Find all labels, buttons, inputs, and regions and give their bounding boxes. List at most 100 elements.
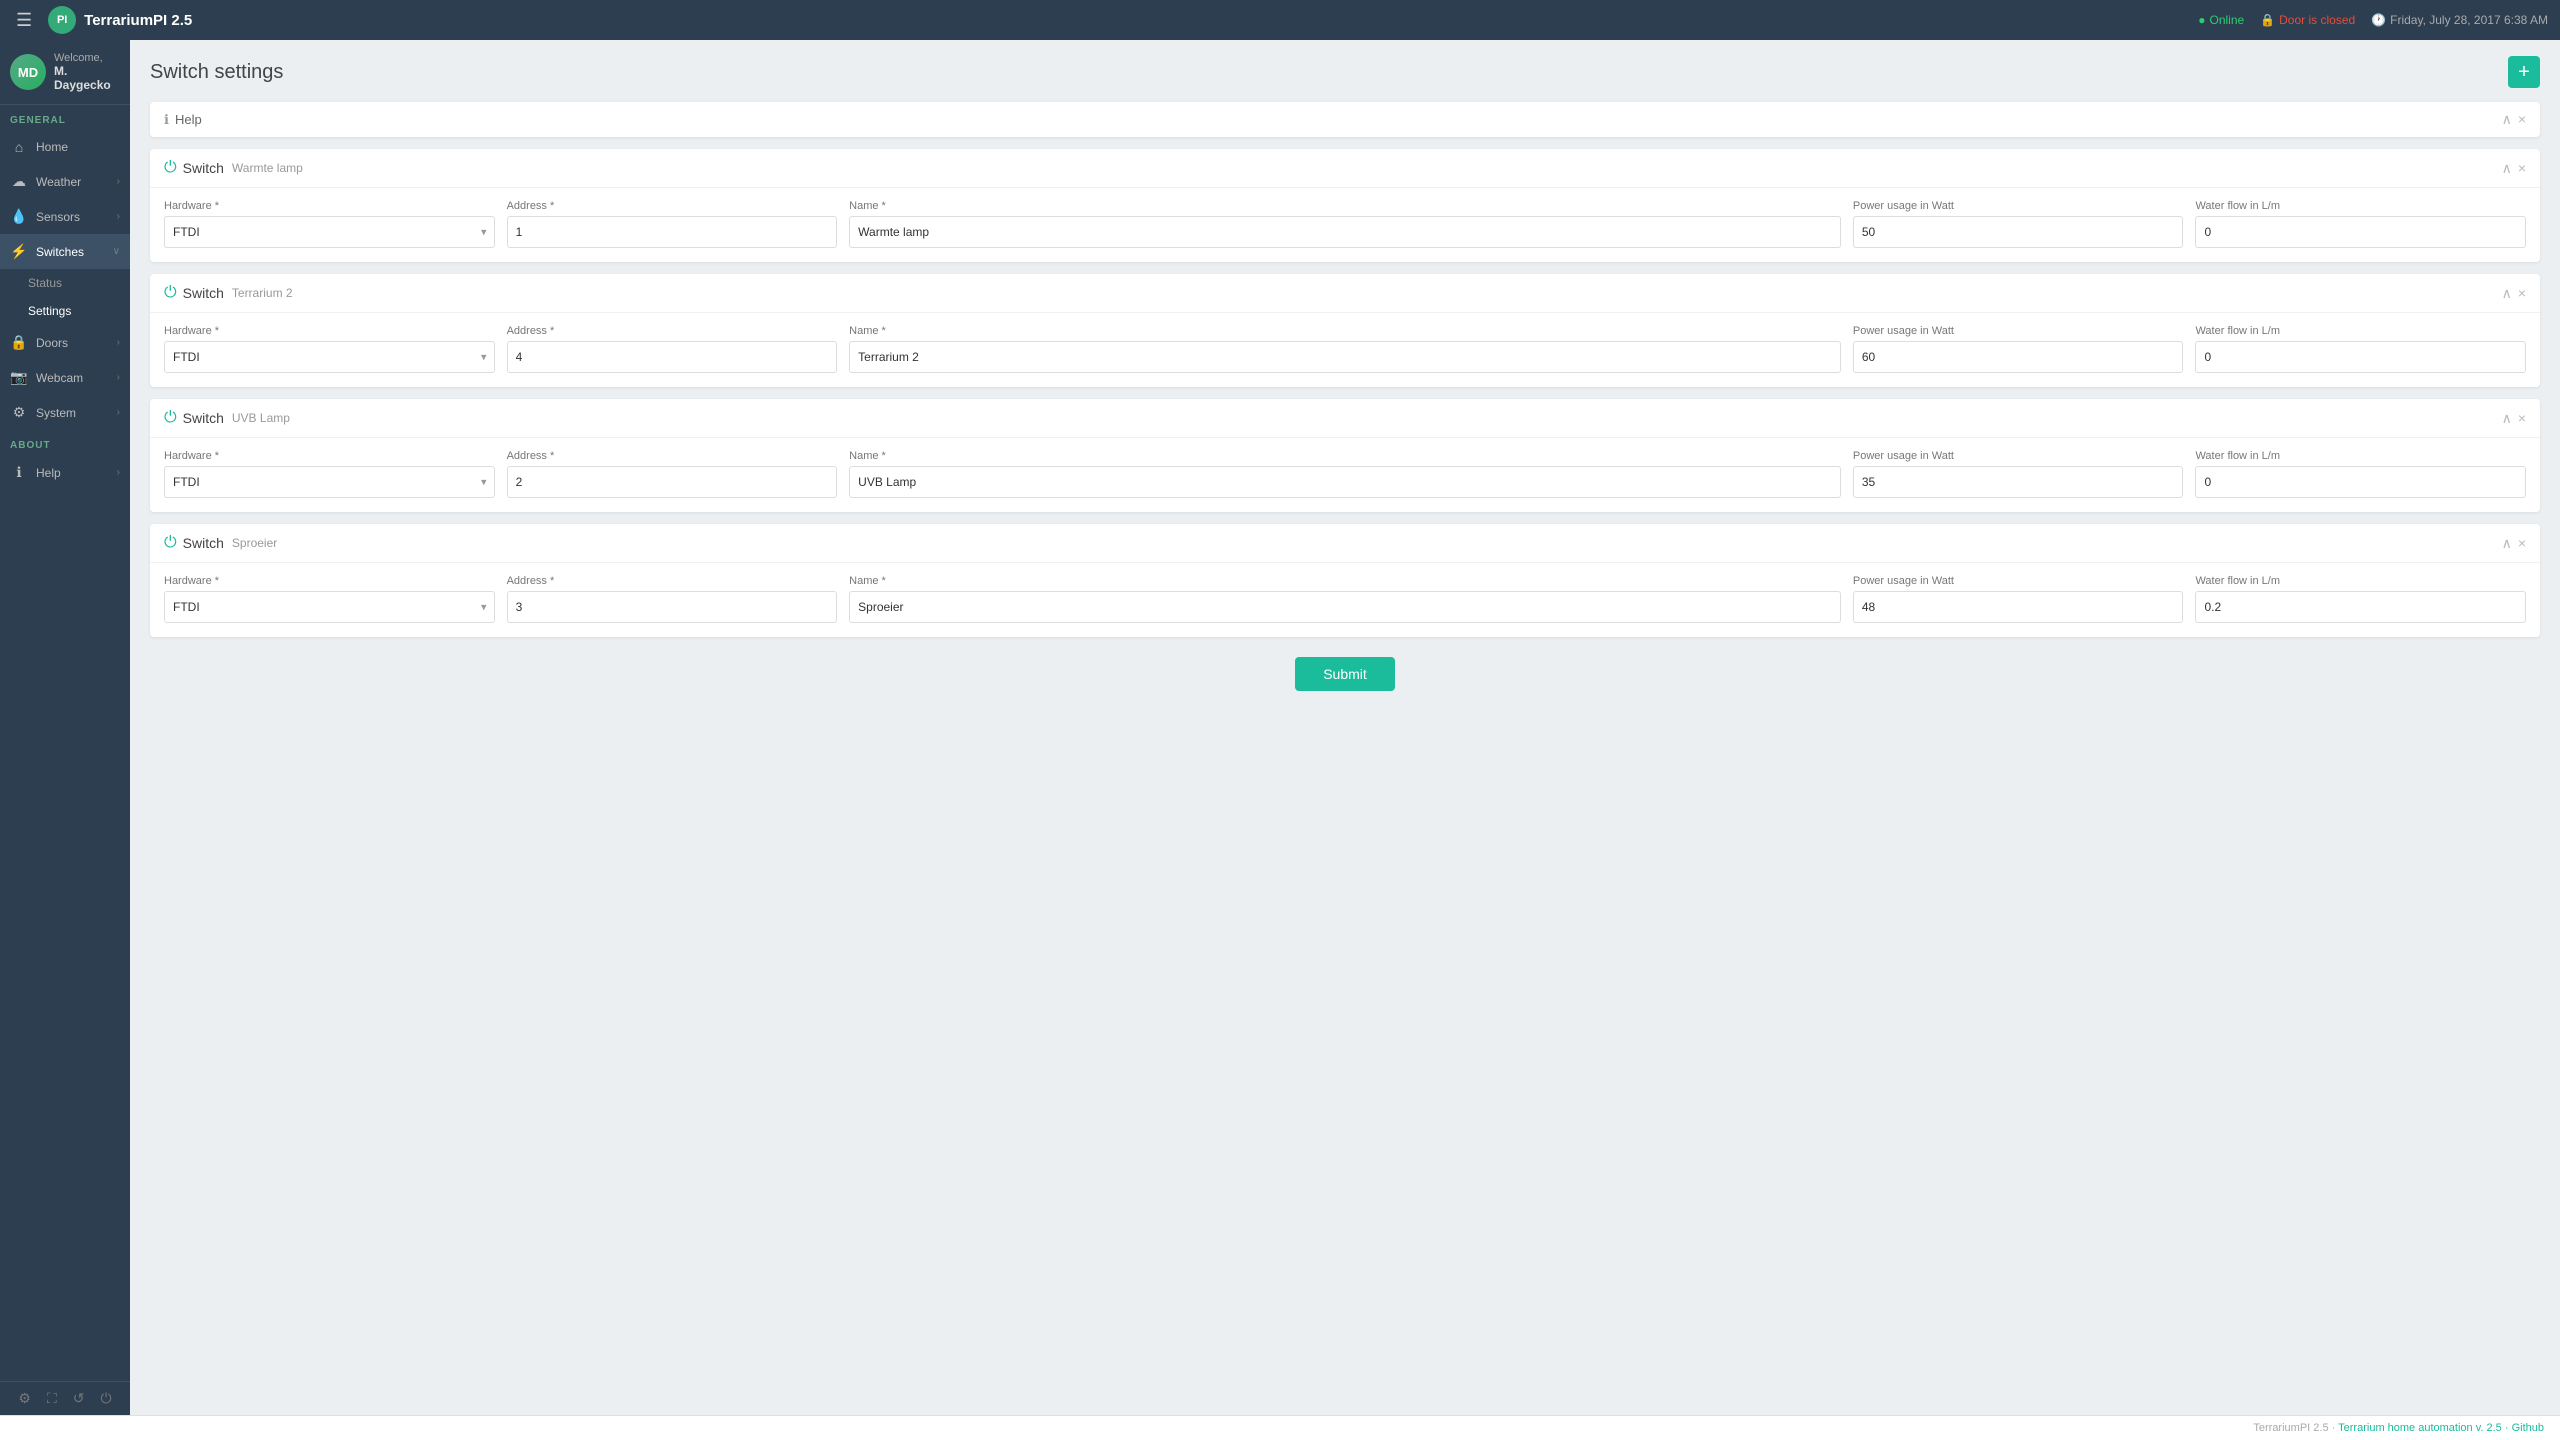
doors-chevron: › [117, 337, 120, 348]
address-input-4[interactable] [507, 591, 838, 623]
footer-refresh-icon[interactable]: ↺ [73, 1390, 85, 1407]
footer-link[interactable]: Terrarium home automation v. 2.5 · Githu… [2338, 1422, 2544, 1434]
address-group-2: Address * [507, 325, 838, 373]
power-input-1[interactable] [1853, 216, 2184, 248]
water-group-1: Water flow in L/m [2195, 200, 2526, 248]
switch-move-up-2[interactable]: ∧ [2502, 285, 2512, 302]
switches-submenu: Status Settings [0, 269, 130, 325]
system-icon: ⚙ [10, 404, 28, 421]
water-label-3: Water flow in L/m [2195, 450, 2526, 462]
doors-icon: 🔒 [10, 334, 28, 351]
hardware-select-3[interactable]: FTDI [164, 466, 495, 498]
hardware-select-4[interactable]: FTDI [164, 591, 495, 623]
footer-power-icon[interactable]: ⏻ [101, 1390, 112, 1407]
home-icon: ⌂ [10, 139, 28, 155]
brand-logo: PI [48, 6, 76, 34]
sidebar-item-weather[interactable]: ☁ Weather › [0, 164, 130, 199]
brand: PI TerrariumPI 2.5 [48, 6, 192, 34]
sidebar-item-home[interactable]: ⌂ Home [0, 130, 130, 164]
hardware-select-2[interactable]: FTDI [164, 341, 495, 373]
power-icon-3: ⏻ [164, 409, 177, 427]
power-group-4: Power usage in Watt [1853, 575, 2184, 623]
sidebar-item-system[interactable]: ⚙ System › [0, 395, 130, 430]
help-close-icon[interactable]: × [2518, 111, 2526, 128]
webcam-chevron: › [117, 372, 120, 383]
submit-button[interactable]: Submit [1295, 657, 1395, 691]
switch-title-2: Switch [183, 285, 224, 301]
add-switch-button[interactable]: + [2508, 56, 2540, 88]
name-label-3: Name * [849, 450, 1841, 462]
water-input-1[interactable] [2195, 216, 2526, 248]
switch-title-3: Switch [183, 410, 224, 426]
online-label: Online [2210, 13, 2245, 27]
sidebar-item-switches-status[interactable]: Status [28, 269, 130, 297]
sidebar-webcam-label: Webcam [36, 371, 109, 385]
address-input-2[interactable] [507, 341, 838, 373]
water-input-3[interactable] [2195, 466, 2526, 498]
switch-close-3[interactable]: × [2518, 410, 2526, 427]
hardware-select-wrap-4: FTDI [164, 591, 495, 623]
brand-name: TerrariumPI 2.5 [84, 12, 192, 29]
switch-move-up-1[interactable]: ∧ [2502, 160, 2512, 177]
name-group-4: Name * [849, 575, 1841, 623]
help-collapse-icon[interactable]: ∧ [2502, 111, 2512, 128]
switch-close-4[interactable]: × [2518, 535, 2526, 552]
name-input-1[interactable] [849, 216, 1841, 248]
sidebar-system-label: System [36, 406, 109, 420]
hamburger-button[interactable]: ☰ [12, 6, 36, 35]
help-icon: ℹ [10, 464, 28, 481]
hardware-select-1[interactable]: FTDI [164, 216, 495, 248]
address-input-1[interactable] [507, 216, 838, 248]
name-input-2[interactable] [849, 341, 1841, 373]
hardware-select-wrap-1: FTDI [164, 216, 495, 248]
name-input-3[interactable] [849, 466, 1841, 498]
power-group-2: Power usage in Watt [1853, 325, 2184, 373]
switch-card-body-3: Hardware * FTDI Address * Name * [150, 438, 2540, 512]
name-label-1: Name * [849, 200, 1841, 212]
address-input-3[interactable] [507, 466, 838, 498]
address-group-4: Address * [507, 575, 838, 623]
address-label-4: Address * [507, 575, 838, 587]
switches-settings-label: Settings [28, 304, 120, 318]
time-status: 🕐 Friday, July 28, 2017 6:38 AM [2371, 13, 2548, 27]
main-content: Switch settings + ℹ Help ∧ × ⏻ Switch Wa… [130, 40, 2560, 1415]
sidebar-footer: ⚙ ⛶ ↺ ⏻ [0, 1381, 130, 1415]
switch-form-row-3: Hardware * FTDI Address * Name * [164, 450, 2526, 498]
sidebar-item-webcam[interactable]: 📷 Webcam › [0, 360, 130, 395]
power-label-3: Power usage in Watt [1853, 450, 2184, 462]
name-input-4[interactable] [849, 591, 1841, 623]
sidebar-item-doors[interactable]: 🔒 Doors › [0, 325, 130, 360]
water-label-1: Water flow in L/m [2195, 200, 2526, 212]
system-chevron: › [117, 407, 120, 418]
switch-name-2: Terrarium 2 [232, 286, 293, 300]
switch-card-4: ⏻ Switch Sproeier ∧ × Hardware * FTDI [150, 524, 2540, 637]
sidebar-item-switches-settings[interactable]: Settings [28, 297, 130, 325]
switch-move-up-3[interactable]: ∧ [2502, 410, 2512, 427]
sidebar-item-sensors[interactable]: 💧 Sensors › [0, 199, 130, 234]
switch-card-body-4: Hardware * FTDI Address * Name * [150, 563, 2540, 637]
sidebar-item-help[interactable]: ℹ Help › [0, 455, 130, 490]
switch-card-header-3: ⏻ Switch UVB Lamp ∧ × [150, 399, 2540, 438]
footer-settings-icon[interactable]: ⚙ [18, 1390, 31, 1407]
app-footer: TerrariumPI 2.5 · Terrarium home automat… [0, 1415, 2560, 1440]
power-label-2: Power usage in Watt [1853, 325, 2184, 337]
sidebar-switches-label: Switches [36, 245, 105, 259]
sidebar-item-switches[interactable]: ⚡ Switches ∨ [0, 234, 130, 269]
switch-card-actions-4: ∧ × [2502, 535, 2526, 552]
footer-expand-icon[interactable]: ⛶ [47, 1390, 57, 1407]
switch-close-1[interactable]: × [2518, 160, 2526, 177]
power-input-2[interactable] [1853, 341, 2184, 373]
water-input-2[interactable] [2195, 341, 2526, 373]
sidebar-doors-label: Doors [36, 336, 109, 350]
power-input-4[interactable] [1853, 591, 2184, 623]
switch-move-up-4[interactable]: ∧ [2502, 535, 2512, 552]
power-input-3[interactable] [1853, 466, 2184, 498]
water-input-4[interactable] [2195, 591, 2526, 623]
switches-icon: ⚡ [10, 243, 28, 260]
page-title: Switch settings [150, 61, 283, 84]
switch-form-row-2: Hardware * FTDI Address * Name * [164, 325, 2526, 373]
switch-close-2[interactable]: × [2518, 285, 2526, 302]
help-card-header[interactable]: ℹ Help ∧ × [150, 102, 2540, 137]
switch-name-4: Sproeier [232, 536, 277, 550]
switch-card-header-1: ⏻ Switch Warmte lamp ∧ × [150, 149, 2540, 188]
